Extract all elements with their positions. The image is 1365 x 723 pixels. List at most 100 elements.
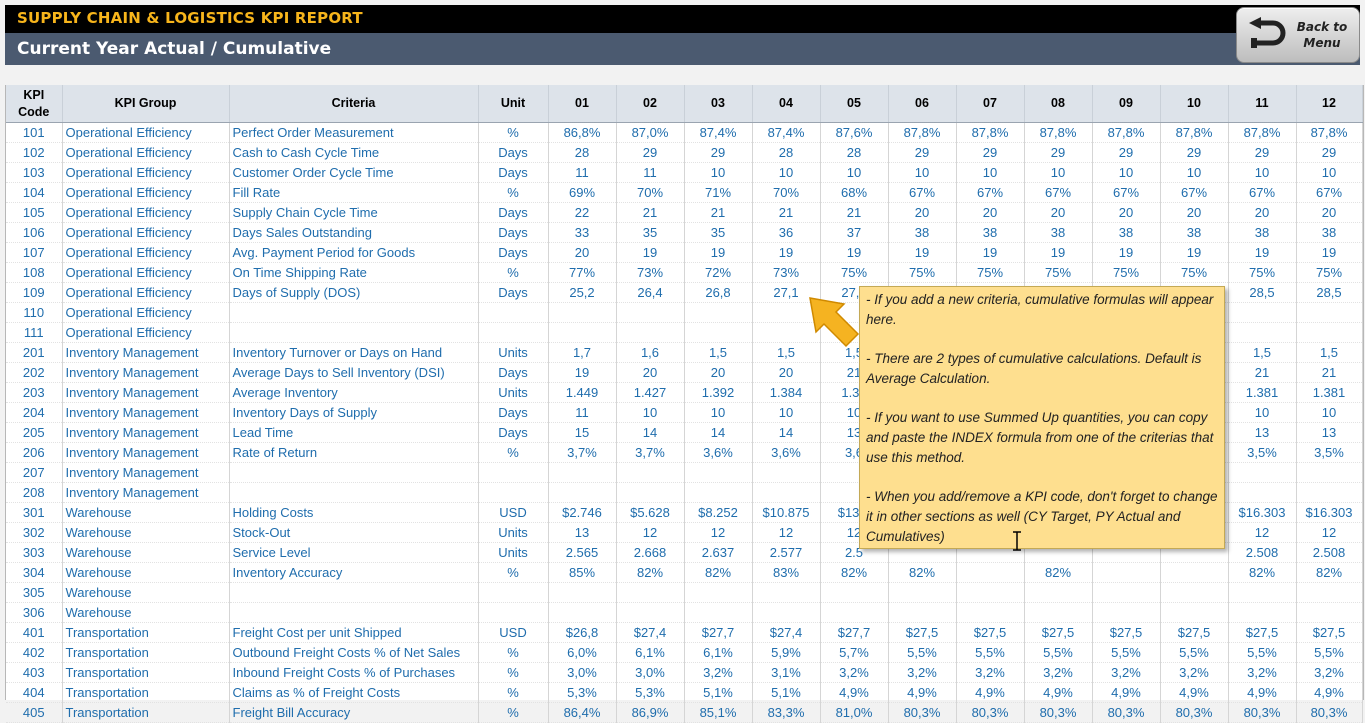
month-value-cell[interactable]: 1,6 — [616, 342, 685, 363]
month-value-cell[interactable]: 82% — [1228, 562, 1297, 583]
month-value-cell[interactable]: 21 — [752, 202, 821, 223]
month-value-cell[interactable]: 19 — [616, 242, 685, 263]
month-value-cell[interactable]: 1.381 — [1296, 382, 1363, 403]
criteria-cell[interactable] — [229, 462, 479, 483]
month-value-cell[interactable]: 19 — [1228, 242, 1297, 263]
month-value-cell[interactable]: 1,5 — [684, 342, 753, 363]
month-value-cell[interactable]: 3,6% — [752, 442, 821, 463]
month-value-cell[interactable]: 85,1% — [684, 702, 753, 723]
criteria-cell[interactable] — [229, 302, 479, 323]
kpi-group-cell[interactable]: Inventory Management — [62, 422, 230, 443]
month-value-cell[interactable]: 29 — [1228, 142, 1297, 163]
month-value-cell[interactable]: 14 — [616, 422, 685, 443]
month-value-cell[interactable] — [956, 562, 1025, 583]
month-value-cell[interactable]: 19 — [548, 362, 617, 383]
month-value-cell[interactable]: 10 — [820, 162, 889, 183]
unit-cell[interactable]: Days — [478, 162, 549, 183]
month-value-cell[interactable]: 82% — [684, 562, 753, 583]
month-value-cell[interactable] — [956, 582, 1025, 603]
month-value-cell[interactable]: 10 — [1160, 162, 1229, 183]
criteria-cell[interactable]: Days Sales Outstanding — [229, 222, 479, 243]
month-value-cell[interactable]: 75% — [888, 262, 957, 283]
month-value-cell[interactable]: $5.628 — [616, 502, 685, 523]
criteria-cell[interactable]: Cash to Cash Cycle Time — [229, 142, 479, 163]
month-value-cell[interactable] — [1092, 582, 1161, 603]
month-value-cell[interactable]: 6,0% — [548, 642, 617, 663]
kpi-code-cell[interactable]: 104 — [6, 182, 63, 203]
criteria-cell[interactable]: Stock-Out — [229, 522, 479, 543]
month-value-cell[interactable]: 19 — [1092, 242, 1161, 263]
month-value-cell[interactable]: 5,5% — [1024, 642, 1093, 663]
kpi-code-cell[interactable]: 203 — [6, 382, 63, 403]
month-value-cell[interactable]: 73% — [752, 262, 821, 283]
month-value-cell[interactable] — [1092, 602, 1161, 623]
month-value-cell[interactable]: 2.668 — [616, 542, 685, 563]
month-value-cell[interactable]: 5,5% — [1228, 642, 1297, 663]
month-value-cell[interactable]: 29 — [684, 142, 753, 163]
month-value-cell[interactable]: 19 — [752, 242, 821, 263]
month-value-cell[interactable]: 36 — [752, 222, 821, 243]
unit-cell[interactable] — [478, 582, 549, 603]
month-value-cell[interactable] — [752, 482, 821, 503]
kpi-code-cell[interactable]: 102 — [6, 142, 63, 163]
month-value-cell[interactable] — [1296, 322, 1363, 343]
month-value-cell[interactable]: 38 — [1024, 222, 1093, 243]
month-value-cell[interactable]: 3,2% — [684, 662, 753, 683]
unit-cell[interactable]: % — [478, 662, 549, 683]
back-to-menu-button[interactable]: Back to Menu — [1236, 7, 1360, 63]
month-value-cell[interactable]: 82% — [820, 562, 889, 583]
month-value-cell[interactable]: 3,6% — [684, 442, 753, 463]
month-value-cell[interactable]: 10 — [684, 402, 753, 423]
month-value-cell[interactable]: 87,8% — [1024, 122, 1093, 143]
month-value-cell[interactable] — [1160, 562, 1229, 583]
month-value-cell[interactable]: 87,8% — [1092, 122, 1161, 143]
month-value-cell[interactable]: 82% — [1024, 562, 1093, 583]
unit-cell[interactable] — [478, 302, 549, 323]
unit-cell[interactable]: Units — [478, 342, 549, 363]
kpi-code-cell[interactable]: 402 — [6, 642, 63, 663]
month-value-cell[interactable]: 87,8% — [1296, 122, 1363, 143]
kpi-code-cell[interactable]: 302 — [6, 522, 63, 543]
month-value-cell[interactable] — [548, 462, 617, 483]
month-value-cell[interactable]: $27,5 — [1296, 622, 1363, 643]
month-value-cell[interactable] — [1228, 602, 1297, 623]
month-value-cell[interactable]: 87,8% — [1228, 122, 1297, 143]
month-value-cell[interactable]: 3,0% — [616, 662, 685, 683]
month-value-cell[interactable]: 70% — [752, 182, 821, 203]
month-value-cell[interactable]: 19 — [684, 242, 753, 263]
month-value-cell[interactable]: 10 — [684, 162, 753, 183]
month-value-cell[interactable]: 26,8 — [684, 282, 753, 303]
month-value-cell[interactable]: 6,1% — [616, 642, 685, 663]
month-value-cell[interactable]: 67% — [956, 182, 1025, 203]
month-value-cell[interactable]: 3,5% — [1228, 442, 1297, 463]
month-value-cell[interactable]: 38 — [888, 222, 957, 243]
month-value-cell[interactable] — [752, 602, 821, 623]
month-value-cell[interactable] — [1296, 582, 1363, 603]
month-value-cell[interactable]: 29 — [1296, 142, 1363, 163]
kpi-code-cell[interactable]: 405 — [6, 702, 63, 723]
unit-cell[interactable]: Days — [478, 222, 549, 243]
kpi-group-cell[interactable]: Inventory Management — [62, 402, 230, 423]
month-value-cell[interactable]: 86,8% — [548, 122, 617, 143]
month-value-cell[interactable]: 1,5 — [1296, 342, 1363, 363]
month-value-cell[interactable]: 19 — [820, 242, 889, 263]
month-value-cell[interactable]: 1.427 — [616, 382, 685, 403]
unit-cell[interactable]: Days — [478, 402, 549, 423]
unit-cell[interactable] — [478, 462, 549, 483]
month-value-cell[interactable]: 35 — [616, 222, 685, 243]
unit-cell[interactable]: Days — [478, 142, 549, 163]
kpi-group-cell[interactable]: Warehouse — [62, 602, 230, 623]
month-value-cell[interactable]: $27,4 — [752, 622, 821, 643]
month-value-cell[interactable]: 38 — [1228, 222, 1297, 243]
criteria-cell[interactable]: Days of Supply (DOS) — [229, 282, 479, 303]
month-value-cell[interactable]: 13 — [548, 522, 617, 543]
month-value-cell[interactable] — [1228, 582, 1297, 603]
criteria-cell[interactable]: Service Level — [229, 542, 479, 563]
kpi-code-cell[interactable]: 306 — [6, 602, 63, 623]
unit-cell[interactable]: Units — [478, 542, 549, 563]
month-value-cell[interactable]: 83% — [752, 562, 821, 583]
month-value-cell[interactable]: 33 — [548, 222, 617, 243]
month-value-cell[interactable] — [616, 302, 685, 323]
month-value-cell[interactable]: $8.252 — [684, 502, 753, 523]
kpi-group-cell[interactable]: Inventory Management — [62, 482, 230, 503]
